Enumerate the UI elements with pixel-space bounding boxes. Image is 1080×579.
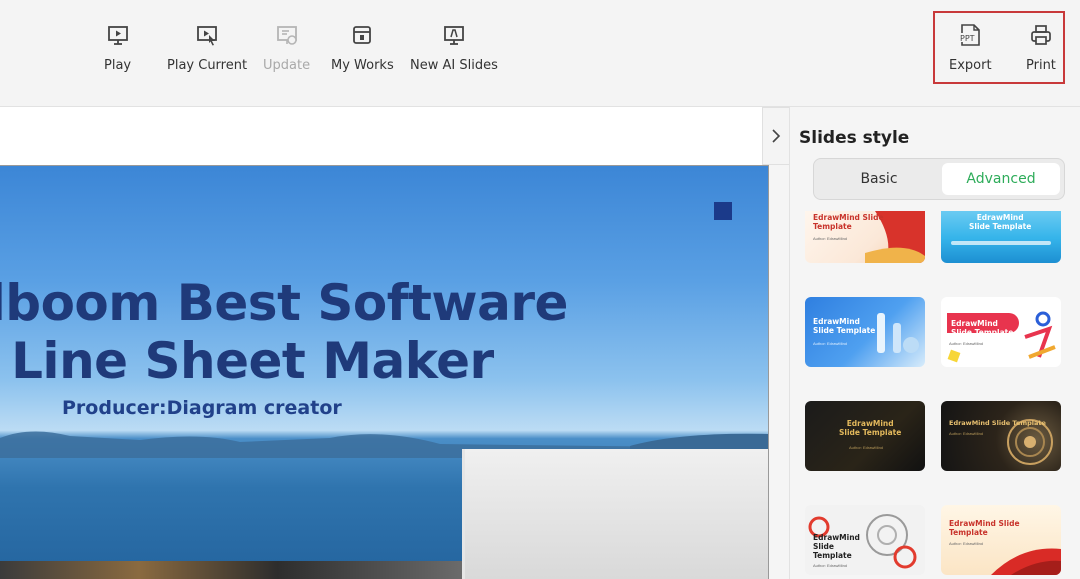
tab-basic[interactable]: Basic [818,163,940,195]
update-label: Update [263,58,311,73]
printer-icon [1028,22,1054,48]
style-segmented-control: Basic Advanced [813,158,1065,200]
play-icon [105,22,131,48]
template-subtitle: Author: EdrawMind [813,236,848,241]
my-works-icon [349,22,375,48]
export-button[interactable]: PPT Export [949,22,992,73]
template-decor [1024,311,1056,359]
slide-preview[interactable]: dboom Best Software r Line Sheet Maker P… [0,165,769,579]
new-ai-slides-button[interactable]: New AI Slides [410,22,498,73]
template-thumbnail[interactable]: EdrawMind Slide Template Author: EdrawMin… [805,211,925,263]
template-subtitle: Author: EdrawMind [949,541,984,546]
template-subtitle: Author: EdrawMind [949,431,984,436]
template-title: EdrawMind Slide Template [813,317,876,335]
play-current-button[interactable]: Play Current [167,22,247,73]
template-thumbnail[interactable]: EdrawMind Slide Template Author: EdrawMin… [805,297,925,367]
tab-advanced[interactable]: Advanced [942,163,1060,195]
slide-decor-square [714,202,732,220]
template-gallery: EdrawMind Slide Template Author: EdrawMin… [790,211,1080,579]
template-subtitle: Author: EdrawMind [949,341,984,346]
play-button[interactable]: Play [104,22,131,73]
template-title: EdrawMind Slide Template [813,213,884,231]
top-toolbar: Play Play Current Update My Works New AI… [0,0,1080,107]
my-works-label: My Works [331,58,394,73]
slides-style-panel: Slides style Basic Advanced EdrawMind Sl… [789,107,1080,579]
play-current-label: Play Current [167,58,248,73]
collapse-panel-button[interactable] [762,107,790,165]
slide-bottom-strip [0,561,462,579]
panel-title: Slides style [799,128,910,148]
chevron-right-icon [772,129,781,143]
template-decor [877,313,919,353]
template-thumbnail[interactable]: EdrawMind Slide Template Author: EdrawMin… [805,401,925,471]
template-thumbnail[interactable]: EdrawMind Slide Template [941,211,1061,263]
print-label: Print [1026,58,1056,73]
print-button[interactable]: Print [1026,22,1056,73]
update-icon [274,22,300,48]
template-title: EdrawMind Slide Template [949,419,1046,427]
new-ai-slides-label: New AI Slides [410,58,498,73]
template-thumbnail[interactable]: EdrawMind Slide Template Author: EdrawMin… [941,297,1061,367]
template-decor [947,349,961,363]
template-subtitle: Author: EdrawMind [849,445,884,450]
template-title: EdrawMind Slide Template [813,533,860,560]
ppt-icon-text: PPT [960,34,975,43]
template-thumbnail[interactable]: EdrawMind Slide Template Author: EdrawMi… [941,401,1061,471]
slide-building-wall [462,449,768,579]
slide-producer: Producer:Diagram creator [62,397,342,419]
play-label: Play [104,58,132,73]
my-works-button[interactable]: My Works [331,22,394,73]
slide-title-line1: dboom Best Software [0,274,568,332]
new-ai-slides-icon [441,22,467,48]
export-label: Export [949,58,992,73]
template-subtitle: Author: EdrawMind [813,341,848,346]
template-title: EdrawMind Slide Template [951,319,1014,337]
slide-title-line2: r Line Sheet Maker [0,332,494,390]
template-thumbnail[interactable]: EdrawMind Slide Template Author: EdrawMin… [941,505,1061,575]
template-title: EdrawMind Slide Template [949,519,1020,537]
template-title: EdrawMind Slide Template [969,213,1032,231]
template-title: EdrawMind Slide Template [839,419,902,437]
template-thumbnail[interactable]: EdrawMind Slide Template Author: EdrawMind [805,505,925,575]
ppt-export-icon: PPT [957,22,983,48]
template-decor [951,241,1051,245]
play-current-icon [194,22,220,48]
update-button[interactable]: Update [263,22,310,73]
template-subtitle: Author: EdrawMind [813,563,848,568]
